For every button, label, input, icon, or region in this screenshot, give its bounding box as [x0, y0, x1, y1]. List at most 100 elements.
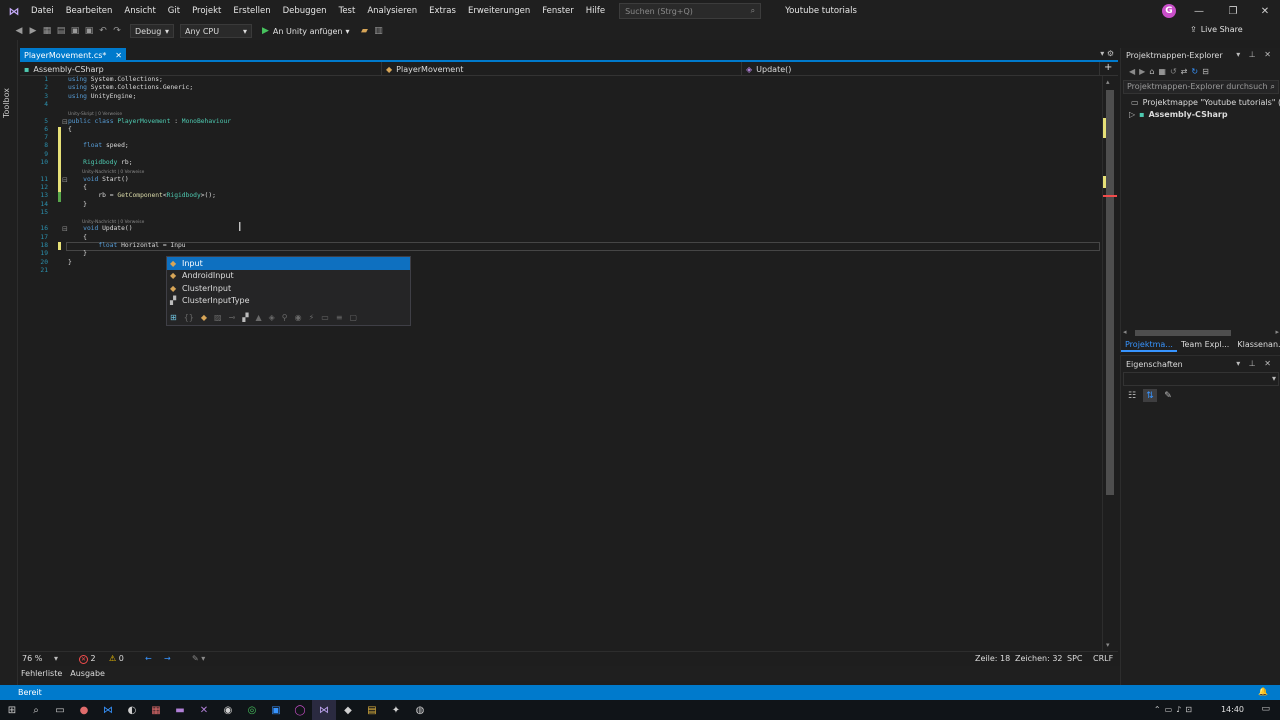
- system-tray-icons[interactable]: ⌃▭♪⊡: [1154, 705, 1196, 714]
- close-icon[interactable]: ✕: [1248, 0, 1280, 22]
- taskbar-app-icon[interactable]: ▭: [48, 700, 72, 720]
- taskbar-app-icon[interactable]: ◐: [120, 700, 144, 720]
- windows-start-icon[interactable]: ⊞: [0, 700, 24, 720]
- taskbar-app-icon[interactable]: ✦: [384, 700, 408, 720]
- navigate-forward-icon[interactable]: →: [164, 654, 171, 663]
- collapse-icon[interactable]: ⊟: [62, 118, 68, 126]
- undo-icon[interactable]: ↶: [96, 26, 110, 36]
- scroll-up-icon[interactable]: ▴: [1106, 78, 1110, 86]
- warning-count[interactable]: ⚠ 0: [109, 654, 124, 663]
- toolbox-strip[interactable]: Toolbox: [0, 40, 18, 685]
- tab-ausgabe[interactable]: Ausgabe: [70, 669, 105, 678]
- completion-item[interactable]: ◆ AndroidInput: [167, 270, 410, 283]
- whitespace-indicator[interactable]: SPC: [1067, 654, 1083, 663]
- column-indicator[interactable]: Zeichen: 32: [1015, 654, 1063, 663]
- toolbox-label[interactable]: Toolbox: [2, 88, 11, 118]
- tab-projektmappe[interactable]: Projektma...: [1121, 338, 1177, 352]
- attach-unity-button[interactable]: ▶ An Unity anfügen ▾: [262, 26, 350, 36]
- line-indicator[interactable]: Zeile: 18: [975, 654, 1010, 663]
- visual-studio-icon[interactable]: ⋈: [312, 700, 336, 720]
- zoom-level[interactable]: 76 %: [22, 654, 42, 663]
- menu-projekt[interactable]: Projekt: [186, 0, 227, 22]
- collapse-icon[interactable]: ⊟: [62, 225, 68, 233]
- editor-vertical-scrollbar[interactable]: ▴ ▾: [1102, 76, 1117, 651]
- interface-filter-icon[interactable]: ⊸: [229, 313, 236, 322]
- scroll-right-icon[interactable]: ▸: [1275, 328, 1279, 336]
- class-select[interactable]: ◆ PlayerMovement: [382, 62, 742, 76]
- project-select[interactable]: ▪ Assembly-CSharp: [20, 62, 382, 76]
- keyword-filter-icon[interactable]: ▢: [350, 313, 358, 322]
- save-icon[interactable]: ▣: [68, 26, 82, 36]
- tree-item-project[interactable]: ▷ ▪ Assembly-CSharp: [1129, 110, 1228, 119]
- solution-view-icon[interactable]: ▦: [1158, 67, 1166, 76]
- menu-test[interactable]: Test: [333, 0, 362, 22]
- taskbar-app-icon[interactable]: ✕: [192, 700, 216, 720]
- completion-item[interactable]: ◆ ClusterInput: [167, 282, 410, 295]
- property-pages-icon[interactable]: ✎: [1161, 389, 1175, 402]
- unity-icon[interactable]: ◆: [336, 700, 360, 720]
- tab-klassenansicht[interactable]: Klassenan...: [1233, 338, 1280, 352]
- avatar[interactable]: G: [1162, 4, 1176, 18]
- collapse-icon[interactable]: ⊟: [62, 176, 68, 184]
- cleanup-icon[interactable]: ✎ ▾: [192, 654, 205, 663]
- tree-item-solution[interactable]: ▭ Projektmappe "Youtube tutorials" (1 v: [1131, 98, 1280, 107]
- scrollbar-thumb[interactable]: [1135, 330, 1231, 336]
- tab-team-explorer[interactable]: Team Expl...: [1177, 338, 1233, 352]
- menu-analysieren[interactable]: Analysieren: [361, 0, 423, 22]
- vscode-icon[interactable]: ⋈: [96, 700, 120, 720]
- back-icon[interactable]: ◀: [12, 26, 26, 36]
- member-select[interactable]: ◈ Update(): [742, 62, 1100, 76]
- braces-filter-icon[interactable]: {}: [184, 313, 194, 322]
- line-ending-indicator[interactable]: CRLF: [1093, 654, 1113, 663]
- clock[interactable]: 14:40: [1221, 705, 1244, 714]
- struct-filter-icon[interactable]: ▨: [214, 313, 222, 322]
- close-icon[interactable]: ✕: [115, 51, 122, 60]
- forward-icon[interactable]: ▶: [1139, 67, 1145, 76]
- codelens-class[interactable]: Unity-Skript | 0 Verweise: [68, 111, 122, 118]
- field-filter-icon[interactable]: ◉: [295, 313, 302, 322]
- solution-horizontal-scrollbar[interactable]: ◂ ▸: [1123, 328, 1279, 337]
- home-icon[interactable]: ⌂: [1149, 67, 1154, 76]
- property-filter-icon[interactable]: ⚲: [282, 313, 288, 322]
- refresh-icon[interactable]: ↻: [1191, 67, 1198, 76]
- redo-icon[interactable]: ↷: [110, 26, 124, 36]
- search-input[interactable]: Suchen (Strg+Q) ⌕: [619, 3, 762, 19]
- minimize-icon[interactable]: —: [1182, 0, 1216, 22]
- menu-extras[interactable]: Extras: [423, 0, 462, 22]
- back-icon[interactable]: ◀: [1129, 67, 1135, 76]
- menu-erweiterungen[interactable]: Erweiterungen: [462, 0, 536, 22]
- snippet-filter-icon[interactable]: ▭: [321, 313, 329, 322]
- solution-search-input[interactable]: Projektmappen-Explorer durchsuch ⌕: [1123, 80, 1279, 94]
- configuration-select[interactable]: Debug ▾: [130, 24, 174, 38]
- scroll-left-icon[interactable]: ◂: [1123, 328, 1127, 336]
- scrollbar-thumb[interactable]: [1106, 90, 1114, 495]
- menu-hilfe[interactable]: Hilfe: [580, 0, 611, 22]
- layout-icon[interactable]: ▥: [372, 26, 386, 36]
- completion-item[interactable]: ▞ ClusterInputType: [167, 295, 410, 308]
- code-editor[interactable]: 1 using System.Collections; 2 using System.…: [20, 76, 1100, 651]
- completion-list[interactable]: ◆ Input ◆ AndroidInput ◆ ClusterInput ▞ …: [166, 256, 411, 326]
- taskbar-app-icon[interactable]: ▤: [360, 700, 384, 720]
- event-filter-icon[interactable]: ⚡: [309, 313, 315, 322]
- collapse-all-icon[interactable]: ⊟: [1202, 67, 1209, 76]
- codelens-update[interactable]: Unity-Nachricht | 0 Verweise: [82, 219, 144, 226]
- taskbar-app-icon[interactable]: ▬: [168, 700, 192, 720]
- taskbar-app-icon[interactable]: ◉: [216, 700, 240, 720]
- taskbar-app-icon[interactable]: ▦: [144, 700, 168, 720]
- tab-fehlerliste[interactable]: Fehlerliste: [21, 669, 62, 678]
- taskbar-app-icon[interactable]: ▣: [264, 700, 288, 720]
- namespace-filter-icon[interactable]: ⊞: [170, 313, 177, 322]
- scroll-down-icon[interactable]: ▾: [1106, 641, 1110, 649]
- method-filter-icon[interactable]: ◈: [269, 313, 275, 322]
- chevron-down-icon[interactable]: ▾: [54, 654, 58, 663]
- error-count[interactable]: ✕ 2: [79, 654, 96, 664]
- live-share-button[interactable]: ⇪ Live Share: [1190, 25, 1243, 34]
- enum-filter-icon[interactable]: ▞: [242, 313, 248, 322]
- codelens-start[interactable]: Unity-Nachricht | 0 Verweise: [82, 169, 144, 176]
- save-all-icon[interactable]: ▣: [82, 26, 96, 36]
- notification-center-icon[interactable]: ▭: [1261, 704, 1270, 714]
- taskbar-app-icon[interactable]: ◯: [288, 700, 312, 720]
- properties-object-select[interactable]: ▾: [1123, 372, 1279, 386]
- menu-erstellen[interactable]: Erstellen: [227, 0, 276, 22]
- taskbar-app-icon[interactable]: ●: [72, 700, 96, 720]
